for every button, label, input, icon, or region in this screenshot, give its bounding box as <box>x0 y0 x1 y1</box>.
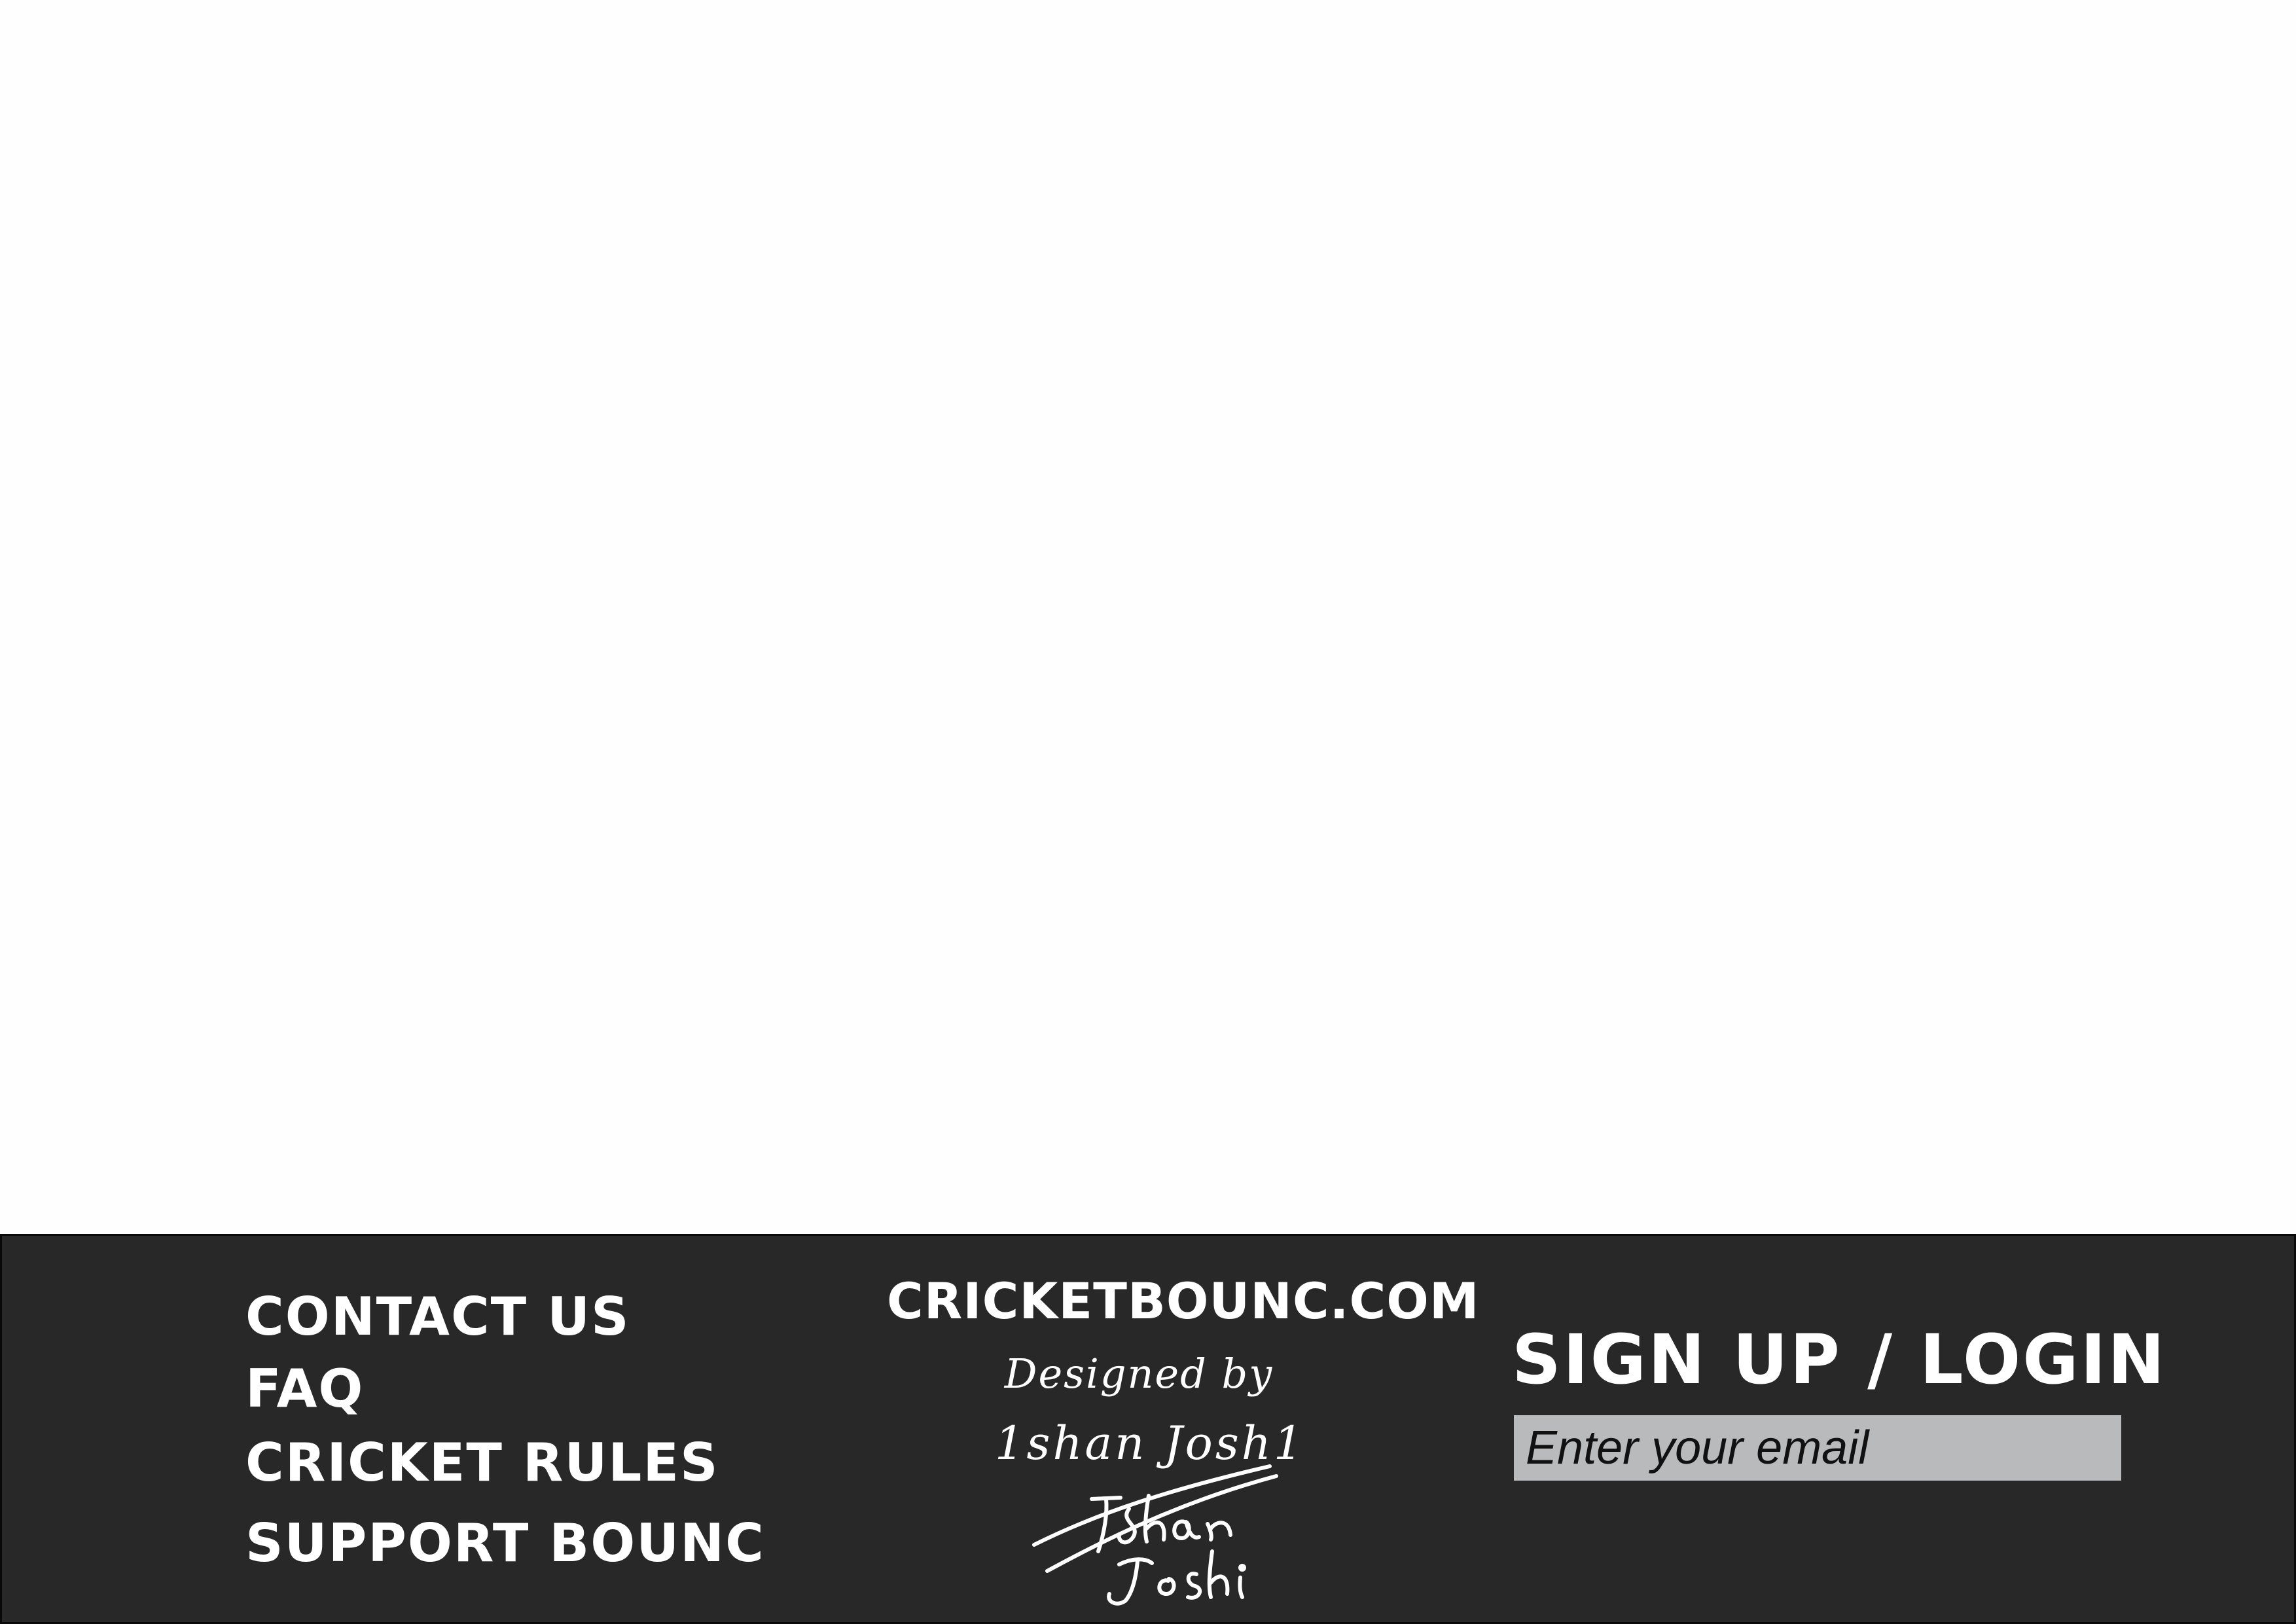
designer-signature <box>1032 1464 1278 1606</box>
support-bounc-link[interactable]: SUPPORT BOUNC <box>245 1517 765 1570</box>
site-name: CRICKETBOUNC.COM <box>887 1272 1480 1330</box>
signup-login-title[interactable]: SIGN UP / LOGIN <box>1512 1326 2166 1394</box>
faq-link[interactable]: FAQ <box>245 1363 364 1415</box>
designed-by-text: Designed by <box>1004 1350 1274 1398</box>
contact-us-link[interactable]: CONTACT US <box>245 1291 630 1343</box>
email-input[interactable] <box>1514 1415 2121 1481</box>
cricket-rules-link[interactable]: CRICKET RULES <box>245 1437 719 1489</box>
